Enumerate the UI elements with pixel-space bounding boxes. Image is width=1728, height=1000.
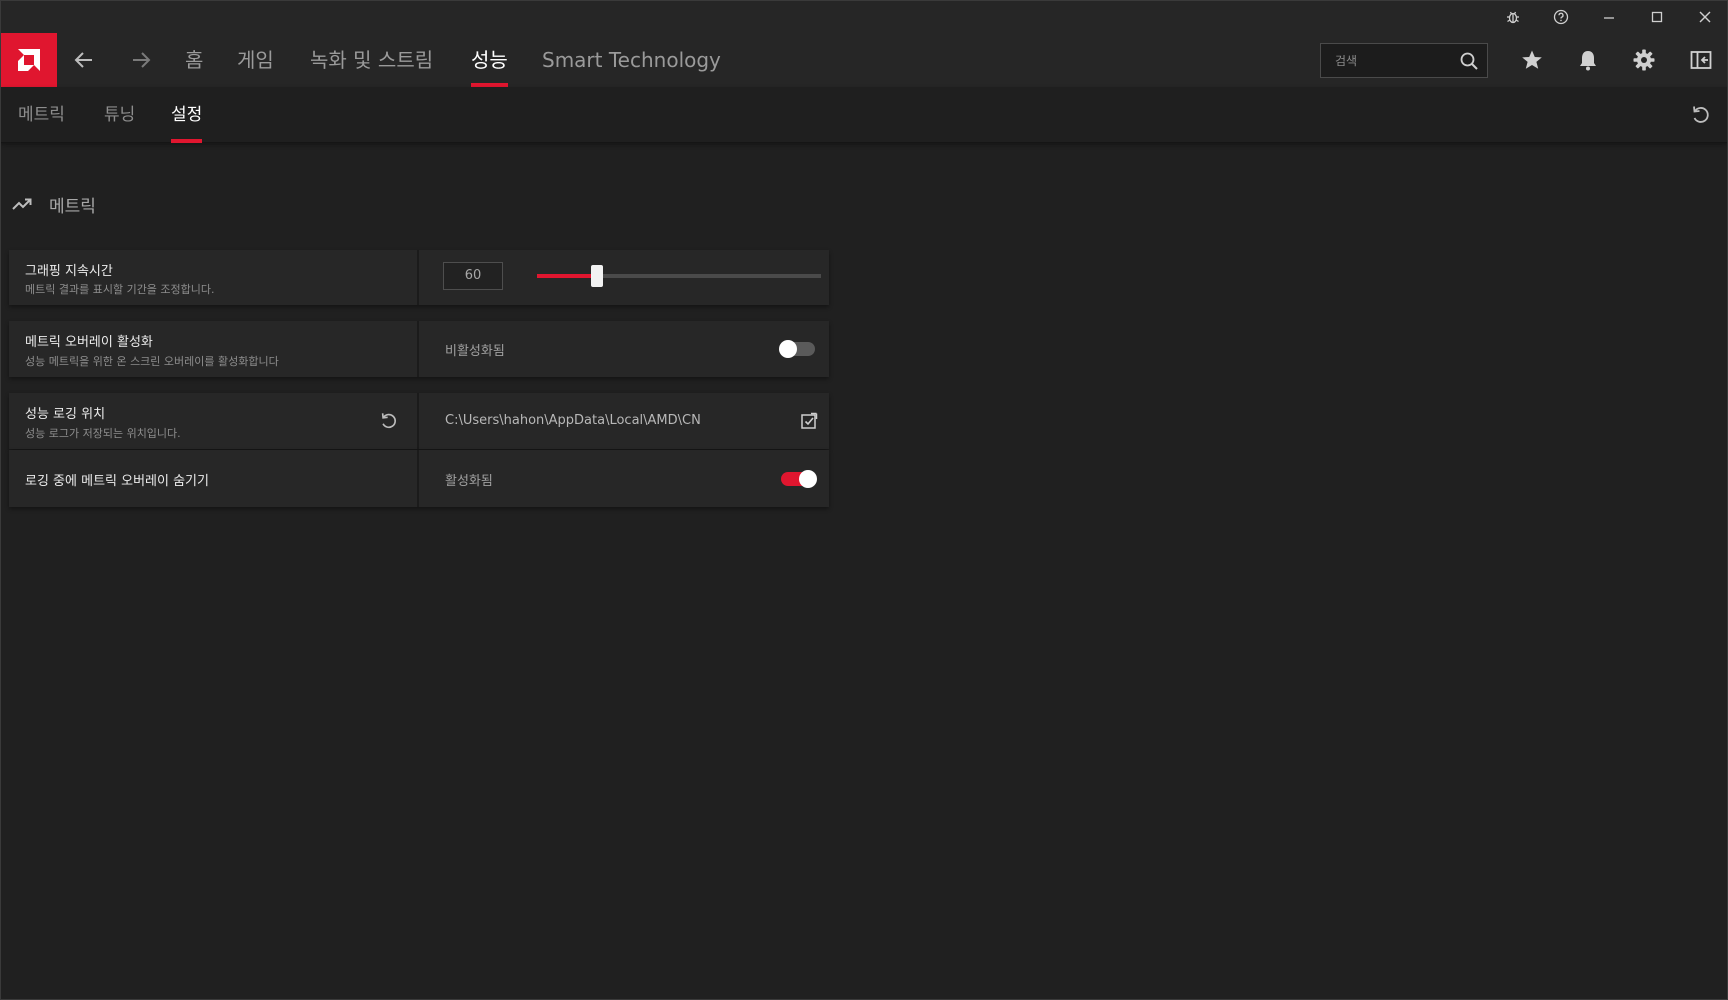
tab-metrics[interactable]: 메트릭: [18, 87, 65, 143]
tab-settings[interactable]: 설정: [171, 87, 203, 143]
reset-location-button[interactable]: [377, 409, 401, 433]
nav-record-stream[interactable]: 녹화 및 스트림: [310, 33, 433, 87]
gear-icon: [1633, 49, 1655, 71]
sidebar-toggle-button[interactable]: [1687, 46, 1715, 74]
setting-control-area: 60: [421, 250, 829, 305]
main-navigation: 홈 게임 녹화 및 스트림 성능 Smart Technology: [1, 33, 1727, 87]
reset-all-button[interactable]: [1687, 101, 1715, 129]
overlay-toggle[interactable]: [779, 340, 815, 358]
search-input[interactable]: [1335, 44, 1455, 77]
help-button[interactable]: [1547, 5, 1575, 29]
setting-title: 그래핑 지속시간: [25, 264, 113, 279]
setting-hide-overlay-logging: 로깅 중에 메트릭 오버레이 숨기기 활성화됨: [9, 450, 829, 507]
nav-performance[interactable]: 성능: [471, 33, 508, 87]
setting-title: 성능 로깅 위치: [25, 407, 106, 422]
setting-control-area: 비활성화됨: [421, 321, 829, 377]
hide-overlay-state-label: 활성화됨: [445, 474, 493, 489]
toggle-knob: [779, 340, 797, 358]
favorites-button[interactable]: [1518, 46, 1546, 74]
logging-path: C:\Users\hahon\AppData\Local\AMD\CN: [445, 413, 701, 428]
nav-gaming[interactable]: 게임: [237, 33, 274, 87]
minimize-button[interactable]: [1595, 5, 1623, 29]
section-title: 메트릭: [49, 196, 96, 217]
setting-description: 성능 메트릭을 위한 온 스크린 오버레이를 활성화합니다: [25, 355, 279, 368]
sub-tab-bar: 메트릭 튜닝 설정: [1, 87, 1727, 143]
settings-button[interactable]: [1630, 46, 1658, 74]
duration-value-input[interactable]: 60: [443, 262, 503, 290]
nav-smart-technology[interactable]: Smart Technology: [542, 33, 721, 87]
back-arrow-icon: [74, 52, 92, 68]
search-icon[interactable]: [1459, 51, 1479, 71]
browse-folder-button[interactable]: [797, 409, 821, 433]
app-window: 홈 게임 녹화 및 스트림 성능 Smart Technology 메트릭 튜닝…: [0, 0, 1728, 1000]
forward-arrow-icon: [133, 52, 151, 68]
setting-control-area: C:\Users\hahon\AppData\Local\AMD\CN: [421, 393, 829, 449]
star-icon: [1522, 50, 1542, 69]
maximize-button[interactable]: [1643, 5, 1671, 29]
maximize-icon: [1651, 11, 1663, 23]
amd-logo-icon: [18, 49, 40, 71]
duration-slider[interactable]: [537, 265, 821, 287]
nav-home[interactable]: 홈: [185, 33, 203, 87]
setting-label-area: 메트릭 오버레이 활성화 성능 메트릭을 위한 온 스크린 오버레이를 활성화합…: [9, 321, 419, 377]
setting-title: 메트릭 오버레이 활성화: [25, 335, 153, 350]
setting-logging-location: 성능 로깅 위치 성능 로그가 저장되는 위치입니다. C:\Users\hah…: [9, 393, 829, 449]
setting-label-area: 로깅 중에 메트릭 오버레이 숨기기: [9, 450, 419, 507]
setting-control-area: 활성화됨: [421, 450, 829, 507]
bell-icon: [1580, 51, 1596, 71]
setting-graphing-duration: 그래핑 지속시간 메트릭 결과를 표시할 기간을 조정합니다. 60: [9, 250, 829, 305]
sidebar-toggle-icon: [1690, 51, 1712, 69]
close-button[interactable]: [1691, 5, 1719, 29]
setting-metrics-overlay: 메트릭 오버레이 활성화 성능 메트릭을 위한 온 스크린 오버레이를 활성화합…: [9, 321, 829, 377]
setting-label-area: 성능 로깅 위치 성능 로그가 저장되는 위치입니다.: [9, 393, 419, 449]
section-header: 메트릭: [11, 189, 96, 219]
back-button[interactable]: [70, 46, 98, 74]
setting-label-area: 그래핑 지속시간 메트릭 결과를 표시할 기간을 조정합니다.: [9, 250, 419, 305]
trend-icon: [12, 198, 32, 210]
help-icon: [1553, 9, 1569, 25]
slider-fill: [537, 274, 597, 278]
setting-description: 메트릭 결과를 표시할 기간을 조정합니다.: [25, 283, 215, 296]
hide-overlay-toggle[interactable]: [781, 470, 817, 488]
slider-thumb[interactable]: [590, 265, 603, 287]
folder-browse-icon: [801, 412, 818, 429]
tab-tuning[interactable]: 튜닝: [104, 87, 135, 143]
overlay-state-label: 비활성화됨: [445, 344, 505, 359]
setting-title: 로깅 중에 메트릭 오버레이 숨기기: [25, 474, 209, 489]
setting-description: 성능 로그가 저장되는 위치입니다.: [25, 427, 181, 440]
bug-icon: [1507, 11, 1519, 24]
reset-icon: [1693, 106, 1709, 123]
toggle-knob: [799, 470, 817, 488]
title-bar: [1, 1, 1727, 33]
minimize-icon: [1604, 17, 1614, 19]
close-icon: [1699, 11, 1711, 23]
amd-logo[interactable]: [1, 33, 57, 87]
reset-icon: [381, 413, 396, 429]
notifications-button[interactable]: [1574, 46, 1602, 74]
search-box[interactable]: [1320, 43, 1488, 78]
bug-report-button[interactable]: [1499, 5, 1527, 29]
forward-button[interactable]: [127, 46, 155, 74]
